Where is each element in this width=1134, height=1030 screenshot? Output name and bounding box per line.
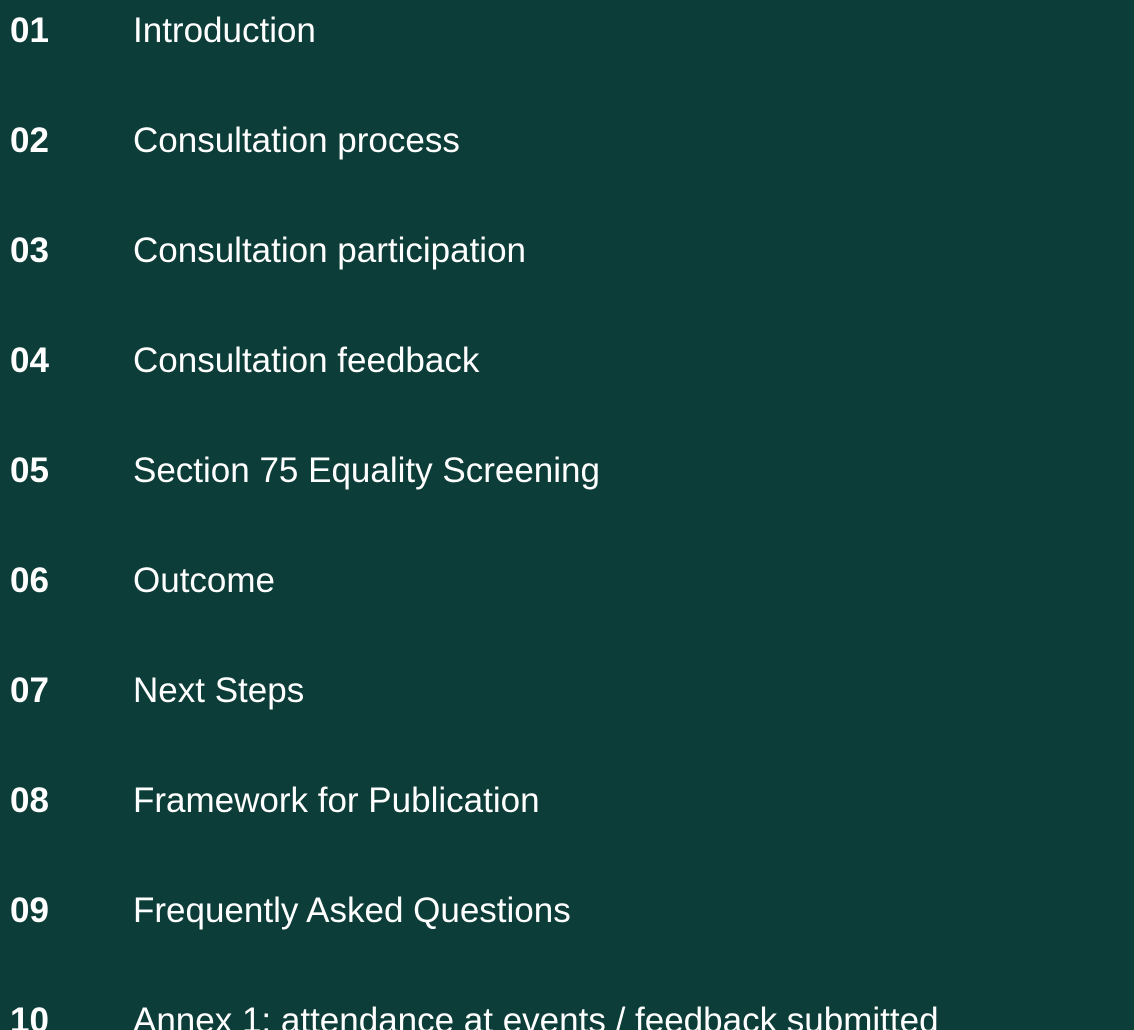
- toc-item-title: Next Steps: [133, 671, 305, 710]
- toc-item-number: 08: [10, 781, 49, 820]
- toc-item-title: Framework for Publication: [133, 781, 540, 820]
- toc-item-number: 06: [10, 561, 49, 600]
- toc-item-number: 01: [10, 11, 49, 50]
- table-of-contents: 01 Introduction 02 Consultation process …: [0, 0, 1134, 1030]
- toc-item-number: 07: [10, 671, 49, 710]
- toc-item-number: 02: [10, 121, 49, 160]
- toc-item-title: Section 75 Equality Screening: [133, 451, 600, 490]
- toc-item-number: 09: [10, 891, 49, 930]
- toc-item-number: 10: [10, 1001, 49, 1030]
- toc-item-title: Consultation participation: [133, 231, 527, 270]
- toc-item-number: 03: [10, 231, 49, 270]
- toc-item-title: Introduction: [133, 11, 316, 50]
- toc-item-number: 04: [10, 341, 49, 380]
- toc-item-title: Consultation process: [133, 121, 460, 160]
- toc-item-title: Frequently Asked Questions: [133, 891, 571, 930]
- toc-item-number: 05: [10, 451, 49, 490]
- toc-item-title: Outcome: [133, 561, 275, 600]
- toc-item-title: Annex 1: attendance at events / feedback…: [133, 1001, 939, 1030]
- toc-item-title: Consultation feedback: [133, 341, 480, 380]
